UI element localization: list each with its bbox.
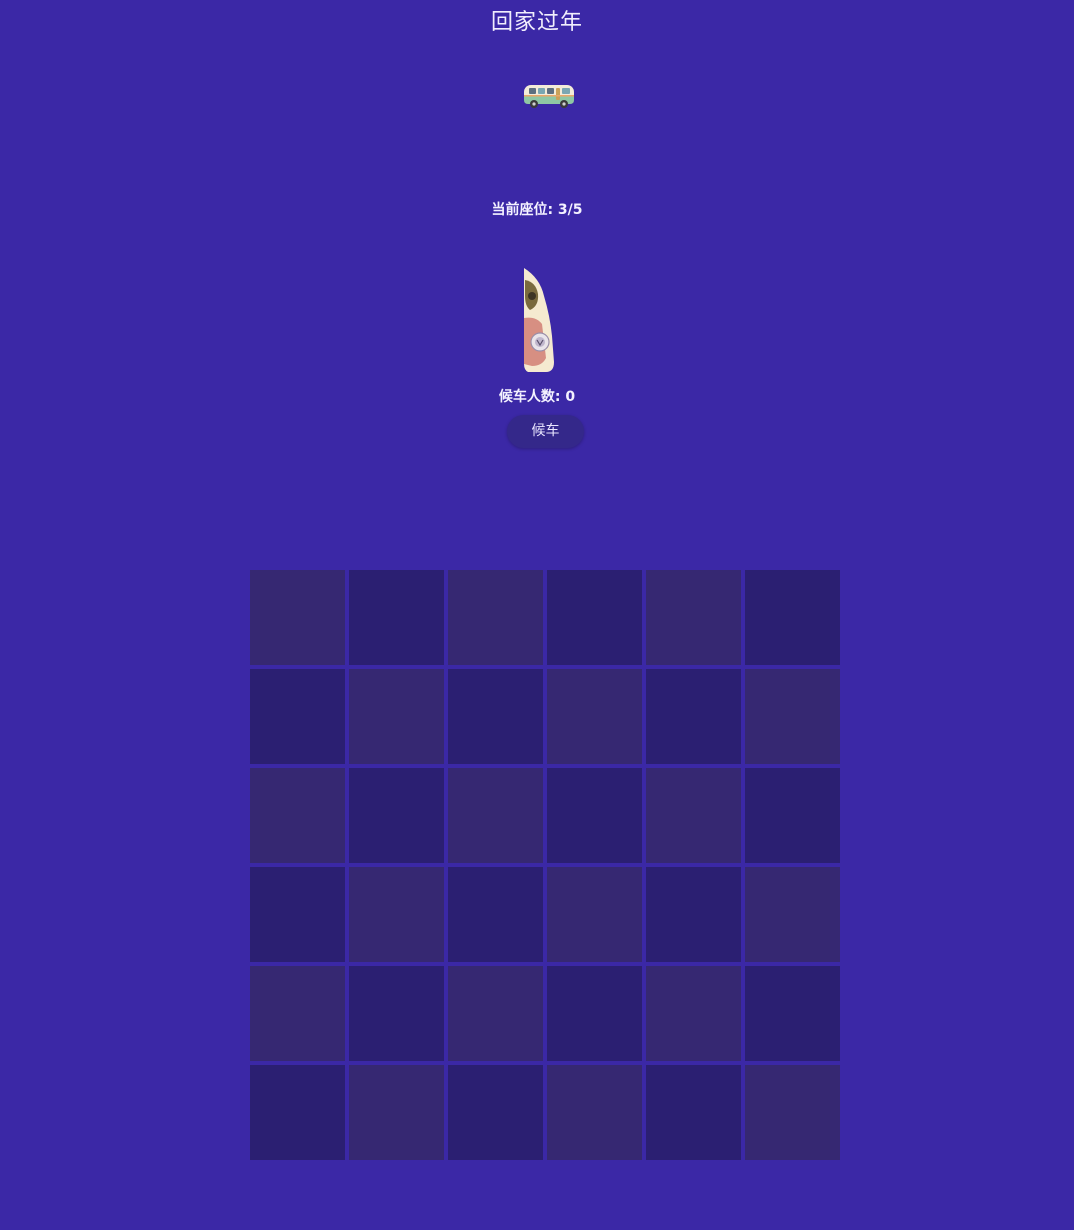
board-cell[interactable] bbox=[745, 966, 840, 1061]
board-cell[interactable] bbox=[448, 669, 543, 764]
board-cell[interactable] bbox=[349, 570, 444, 665]
board-cell[interactable] bbox=[349, 669, 444, 764]
board-cell[interactable] bbox=[745, 1065, 840, 1160]
bus-icon bbox=[522, 80, 576, 112]
board-cell[interactable] bbox=[547, 669, 642, 764]
board-cell[interactable] bbox=[646, 867, 741, 962]
waiting-count: 候车人数: 0 bbox=[498, 389, 576, 405]
board-cell[interactable] bbox=[646, 1065, 741, 1160]
board-cell[interactable] bbox=[250, 768, 345, 863]
board-cell[interactable] bbox=[349, 1065, 444, 1160]
board-cell[interactable] bbox=[745, 570, 840, 665]
passenger-icon bbox=[520, 266, 560, 376]
game-title: 回家过年 bbox=[490, 10, 583, 35]
board-cell[interactable] bbox=[547, 768, 642, 863]
board-cell[interactable] bbox=[547, 867, 642, 962]
board-cell[interactable] bbox=[547, 966, 642, 1061]
board-cell[interactable] bbox=[646, 768, 741, 863]
board-cell[interactable] bbox=[448, 966, 543, 1061]
board-cell[interactable] bbox=[745, 768, 840, 863]
board-cell[interactable] bbox=[250, 669, 345, 764]
board-cell[interactable] bbox=[448, 1065, 543, 1160]
board-cell[interactable] bbox=[547, 1065, 642, 1160]
board-cell[interactable] bbox=[250, 570, 345, 665]
board-cell[interactable] bbox=[349, 768, 444, 863]
board-cell[interactable] bbox=[745, 669, 840, 764]
seat-status: 当前座位: 3/5 bbox=[491, 202, 583, 218]
board-cell[interactable] bbox=[646, 669, 741, 764]
game-board bbox=[248, 568, 844, 1164]
board-cell[interactable] bbox=[250, 1065, 345, 1160]
board-cell[interactable] bbox=[547, 570, 642, 665]
board-cell[interactable] bbox=[250, 966, 345, 1061]
wait-button[interactable]: 候车 bbox=[507, 415, 584, 448]
board-cell[interactable] bbox=[349, 867, 444, 962]
board-cell[interactable] bbox=[646, 966, 741, 1061]
board-cell[interactable] bbox=[448, 570, 543, 665]
board-cell[interactable] bbox=[250, 867, 345, 962]
board-cell[interactable] bbox=[349, 966, 444, 1061]
board-cell[interactable] bbox=[448, 867, 543, 962]
board-cell[interactable] bbox=[448, 768, 543, 863]
board-cell[interactable] bbox=[745, 867, 840, 962]
board-cell[interactable] bbox=[646, 570, 741, 665]
